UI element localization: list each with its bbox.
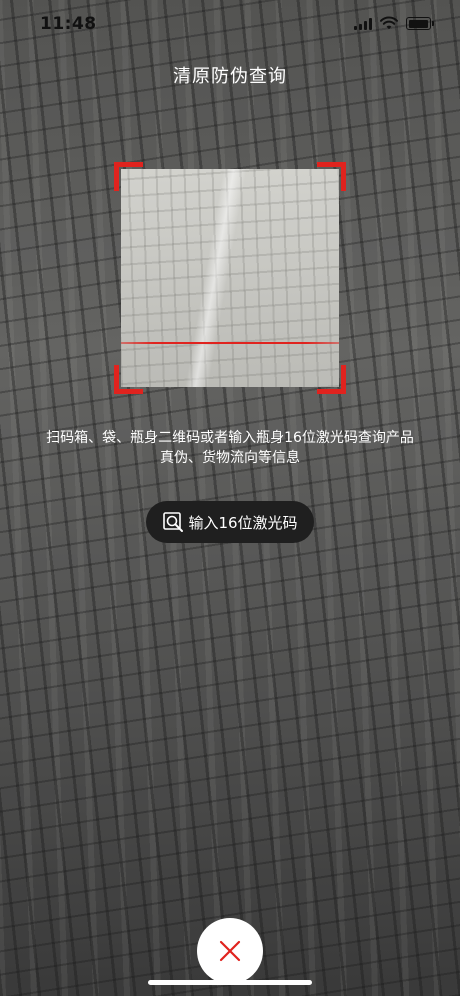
wifi-icon [380,16,398,30]
scan-corner-top-right [317,162,346,191]
scan-line [121,342,339,344]
status-time: 11:48 [40,14,97,34]
scan-instructions: 扫码箱、袋、瓶身二维码或者输入瓶身16位激光码查询产品 真伪、货物流向等信息 [16,428,444,468]
scan-window [121,169,339,387]
scan-corner-bottom-left [114,365,143,394]
scan-frame [114,162,346,394]
signal-icon [354,18,372,30]
scan-corner-bottom-right [317,365,346,394]
camera-feed-background [0,0,460,996]
home-indicator[interactable] [148,980,312,985]
close-icon [219,940,241,962]
instructions-line-1: 扫码箱、袋、瓶身二维码或者输入瓶身16位激光码查询产品 [46,430,414,446]
close-button[interactable] [197,918,263,984]
instructions-line-2: 真伪、货物流向等信息 [160,450,300,466]
battery-icon [406,17,434,30]
manual-code-entry-label: 输入16位激光码 [188,513,298,532]
status-bar: 11:48 [0,0,460,48]
scan-corner-top-left [114,162,143,191]
manual-code-entry-button[interactable]: 输入16位激光码 [146,501,314,543]
search-icon [163,512,184,532]
page-title: 清原防伪查询 [173,66,287,87]
